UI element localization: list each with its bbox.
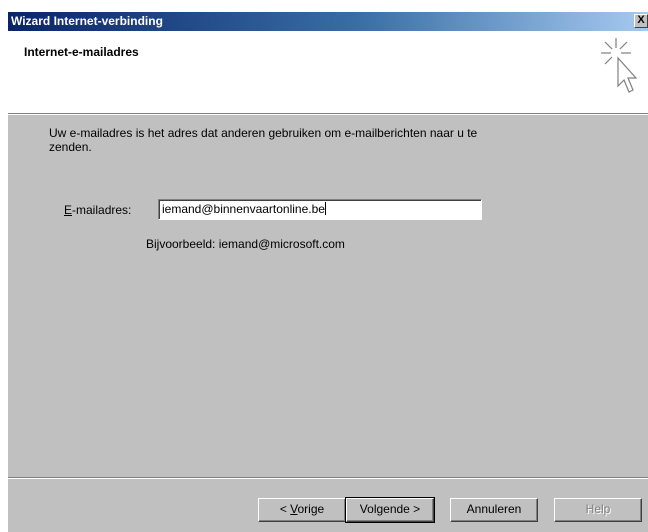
text-caret <box>324 202 326 215</box>
close-icon[interactable]: X <box>634 14 648 28</box>
page-title: Internet-e-mailadres <box>24 45 139 59</box>
footer-separator-highlight <box>8 478 648 479</box>
back-button[interactable]: < Vorige <box>258 498 346 522</box>
wizard-window: Wizard Internet-verbinding X Internet-e-… <box>8 12 648 532</box>
email-input[interactable]: iemand@binnenvaartonline.be <box>158 199 482 220</box>
email-input-value: iemand@binnenvaartonline.be <box>162 202 325 216</box>
title-bar[interactable]: Wizard Internet-verbinding X <box>8 12 648 31</box>
wizard-header: Internet-e-mailadres <box>8 31 648 113</box>
example-text: Bijvoorbeeld: iemand@microsoft.com <box>146 237 345 251</box>
wizard-cursor-icon <box>601 38 638 93</box>
intro-text: Uw e-mailadres is het adres dat anderen … <box>49 126 478 154</box>
window-title: Wizard Internet-verbinding <box>11 14 163 28</box>
back-button-prefix: < <box>279 502 291 516</box>
email-label: E-mailadres: <box>64 203 131 217</box>
cancel-button[interactable]: Annuleren <box>450 498 538 522</box>
back-button-accesskey: V <box>290 502 298 516</box>
header-separator-highlight <box>8 114 648 115</box>
next-button[interactable]: Volgende > <box>345 497 435 523</box>
email-label-text: -mailadres: <box>72 203 132 217</box>
help-button[interactable]: Help <box>554 498 642 522</box>
email-label-accesskey: E <box>64 203 73 217</box>
back-button-rest: orige <box>297 502 325 516</box>
